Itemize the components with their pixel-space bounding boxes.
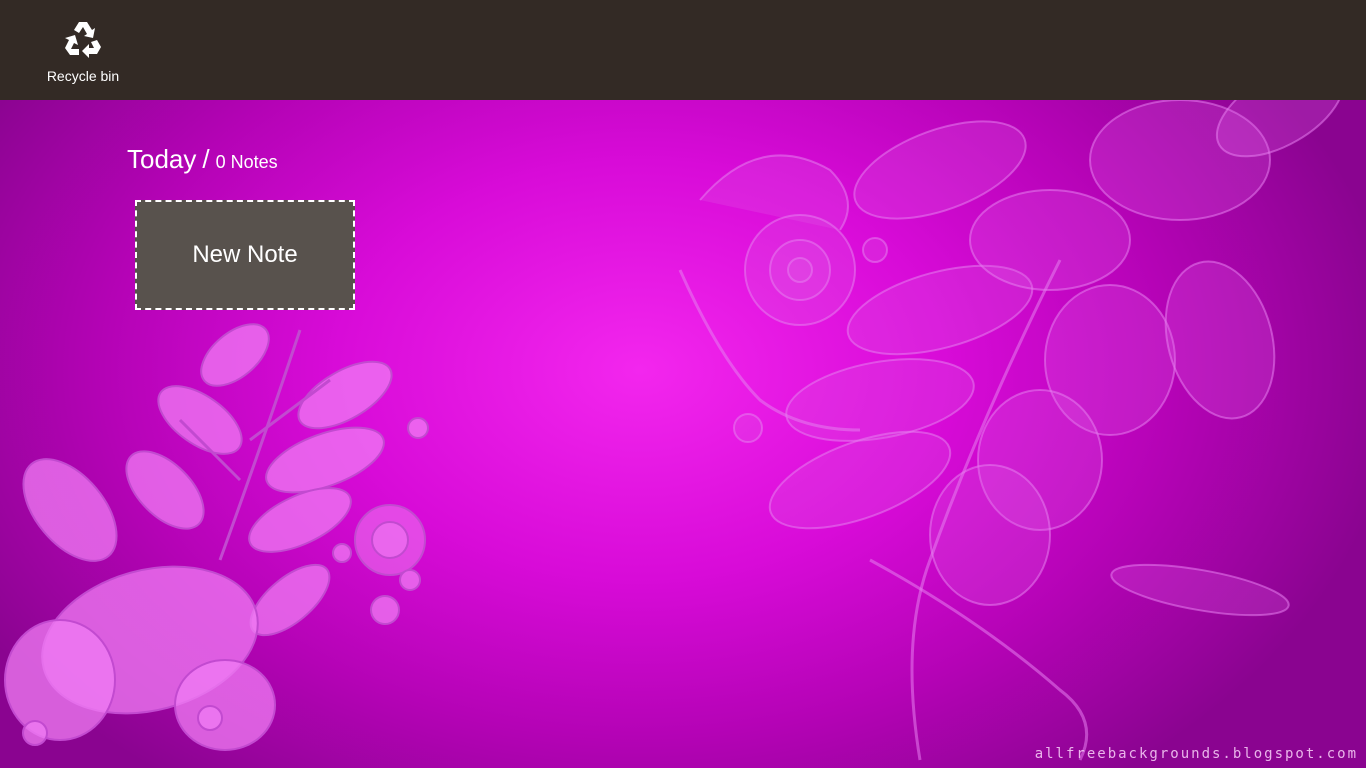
note-count: 0 Notes	[215, 152, 278, 172]
floral-background	[4, 62, 1345, 761]
section-heading: Today/0 Notes	[127, 144, 278, 175]
new-note-button[interactable]: New Note	[135, 200, 355, 310]
heading-separator: /	[202, 144, 210, 174]
background-watermark: allfreebackgrounds.blogspot.com	[1034, 746, 1358, 762]
app-bar: Recycle bin	[0, 0, 1366, 100]
app-window: Recycle bin Today/0 Notes New Note allfr…	[0, 0, 1366, 768]
recycle-bin-button[interactable]: Recycle bin	[38, 18, 128, 94]
recycle-icon	[65, 22, 101, 58]
day-label: Today	[127, 144, 197, 174]
recycle-bin-label: Recycle bin	[46, 68, 120, 84]
new-note-label: New Note	[192, 241, 298, 268]
